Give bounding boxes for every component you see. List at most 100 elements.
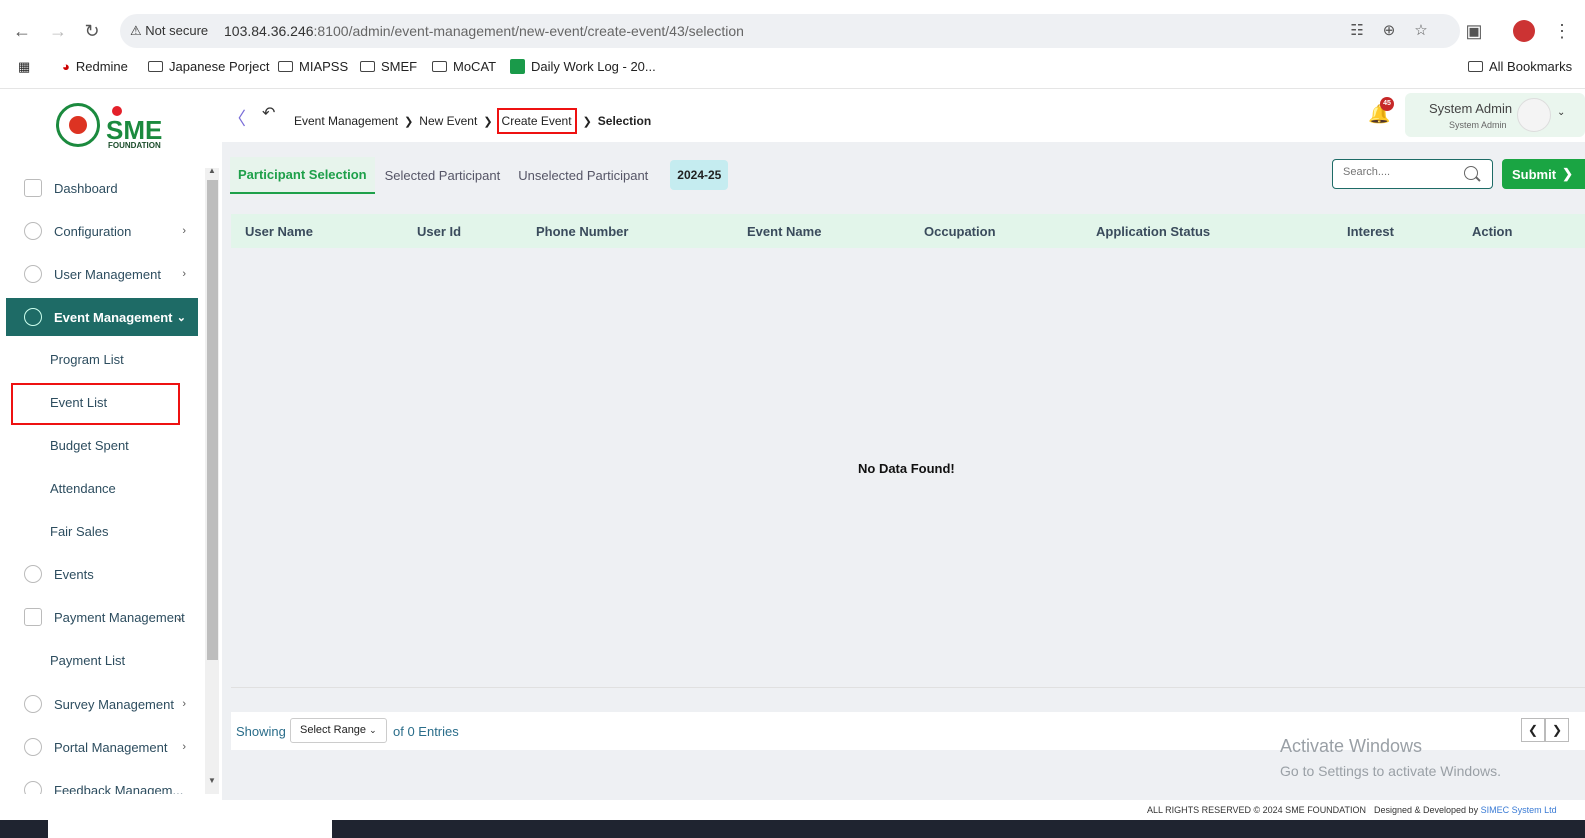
sidebar-item-label: Dashboard <box>54 180 118 196</box>
sidebar-subitem-payment-list[interactable]: Payment List <box>50 653 125 668</box>
sidebar-collapse-icon[interactable]: 〈 <box>228 105 246 131</box>
sidebar: Dashboard Configuration › User Managemen… <box>0 162 222 794</box>
sidebar-item-events[interactable]: Events <box>6 555 198 593</box>
sidebar-item-label: Portal Management <box>54 739 168 755</box>
search-field[interactable] <box>1332 159 1493 189</box>
zoom-icon[interactable]: ⊕ <box>1380 22 1398 40</box>
breadcrumb-current: Selection <box>597 114 652 128</box>
survey-icon <box>24 695 42 713</box>
reload-icon[interactable]: ↻ <box>80 19 104 43</box>
notification-badge: 45 <box>1380 97 1394 111</box>
bookmark-smef[interactable]: SMEF <box>360 59 417 74</box>
breadcrumb-item-highlighted[interactable]: Create Event <box>496 108 577 134</box>
search-icon[interactable] <box>1464 166 1478 180</box>
sme-logo[interactable]: SME FOUNDATION <box>56 103 176 150</box>
translate-icon[interactable]: ☷ <box>1348 22 1366 40</box>
breadcrumb-item[interactable]: Event Management <box>294 114 398 128</box>
chevron-right-icon: › <box>182 698 186 710</box>
tab-selected-participant[interactable]: Selected Participant <box>377 158 509 193</box>
entries-count: of 0 Entries <box>393 724 459 739</box>
sidebar-subitem-fair-sales[interactable]: Fair Sales <box>50 524 109 539</box>
column-header: Event Name <box>747 224 822 239</box>
prev-page-button[interactable]: ❮ <box>1521 718 1545 742</box>
profile-icon[interactable] <box>1513 20 1535 42</box>
scroll-down-icon[interactable]: ▼ <box>208 776 216 785</box>
tab-participant-selection[interactable]: Participant Selection <box>230 156 375 194</box>
chevron-down-icon: ⌄ <box>174 611 184 624</box>
star-icon[interactable]: ☆ <box>1412 22 1430 40</box>
event-icon <box>24 308 42 326</box>
scroll-up-icon[interactable]: ▲ <box>208 166 216 175</box>
bookmark-miapss[interactable]: MIAPSS <box>278 59 348 74</box>
tab-strip <box>0 0 1585 6</box>
address-bar[interactable]: ⚠ Not secure 103.84.36.246:8100/admin/ev… <box>120 14 1460 48</box>
column-header: Action <box>1472 224 1513 239</box>
breadcrumb-item[interactable]: New Event <box>419 114 477 128</box>
chevron-down-icon: ⌄ <box>1557 107 1566 118</box>
undo-back-icon[interactable]: ↶ <box>262 103 275 123</box>
security-indicator[interactable]: ⚠ Not secure <box>130 23 208 39</box>
footer: ALL RIGHTS RESERVED © 2024 SME FOUNDATIO… <box>0 800 1585 820</box>
chevron-right-icon: ❯ <box>1562 166 1573 181</box>
avatar <box>1517 98 1551 132</box>
activate-windows-watermark: Activate Windows Go to Settings to activ… <box>1280 736 1501 779</box>
empty-state-message: No Data Found! <box>858 461 955 476</box>
range-select-value: Select Range <box>300 724 367 736</box>
sidebar-item-survey-management[interactable]: Survey Management › <box>6 685 198 723</box>
chevron-right-icon: ❯ <box>404 115 414 128</box>
next-page-button[interactable]: ❯ <box>1545 718 1569 742</box>
portal-icon <box>24 738 42 756</box>
folder-icon <box>432 61 447 72</box>
payment-icon <box>24 608 42 626</box>
sidebar-subitem-attendance[interactable]: Attendance <box>50 481 116 496</box>
column-header: Occupation <box>924 224 996 239</box>
bookmark-redmine[interactable]: ◕ Redmine <box>62 59 128 74</box>
submit-button[interactable]: Submit ❯ <box>1502 159 1585 189</box>
bookmark-mocat[interactable]: MoCAT <box>432 59 496 74</box>
sidebar-subitem-program-list[interactable]: Program List <box>50 352 124 367</box>
forward-icon[interactable]: → <box>46 19 70 43</box>
bookmark-daily-work-log[interactable]: Daily Work Log - 20... <box>510 59 656 74</box>
sidebar-subitem-budget-spent[interactable]: Budget Spent <box>50 438 129 453</box>
sidebar-item-event-management[interactable]: Event Management ⌄ <box>6 298 198 336</box>
sidebar-item-dashboard[interactable]: Dashboard <box>6 169 198 207</box>
more-menu-icon[interactable]: ⋮ <box>1550 19 1574 43</box>
column-header: User Id <box>417 224 462 239</box>
range-select[interactable]: Select Range ⌄ <box>290 718 387 743</box>
user-menu[interactable]: System Admin System Admin ⌄ <box>1405 93 1585 137</box>
url-text[interactable]: 103.84.36.246:8100/admin/event-managemen… <box>224 23 744 39</box>
extensions-icon[interactable]: ▣ <box>1462 19 1486 43</box>
folder-icon <box>360 61 375 72</box>
back-icon[interactable]: ← <box>10 19 34 43</box>
user-shield-icon <box>24 265 42 283</box>
taskbar-search[interactable] <box>48 820 332 838</box>
sidebar-item-user-management[interactable]: User Management › <box>6 255 198 293</box>
tab-unselected-participant[interactable]: Unselected Participant <box>510 158 656 193</box>
designed-by-label: Designed & Developed by <box>1374 805 1479 815</box>
os-taskbar <box>0 820 1585 838</box>
sidebar-item-portal-management[interactable]: Portal Management › <box>6 728 198 766</box>
browser-toolbar: ← → ↻ ⚠ Not secure 103.84.36.246:8100/ad… <box>0 0 1585 88</box>
bookmark-japanese[interactable]: Japanese Porject <box>148 59 269 74</box>
activate-subtitle: Go to Settings to activate Windows. <box>1280 763 1501 779</box>
events-icon <box>24 565 42 583</box>
sidebar-item-label: Event Management <box>54 309 173 325</box>
all-bookmarks[interactable]: All Bookmarks <box>1468 59 1572 74</box>
sidebar-item-payment-management[interactable]: Payment Management ⌄ <box>6 598 198 636</box>
search-input[interactable] <box>1343 166 1458 178</box>
year-badge: 2024-25 <box>670 160 729 190</box>
sidebar-item-feedback-management[interactable]: Feedback Managem... <box>6 771 198 794</box>
user-name: System Admin <box>1429 101 1513 116</box>
chevron-right-icon: ❯ <box>483 115 493 128</box>
column-header: User Name <box>245 224 313 239</box>
apps-icon[interactable]: ▦ <box>18 59 30 75</box>
submit-label: Submit <box>1512 166 1557 182</box>
sidebar-item-configuration[interactable]: Configuration › <box>6 212 198 250</box>
chevron-right-icon: › <box>182 225 186 237</box>
sidebar-scrollbar-thumb[interactable] <box>207 180 218 660</box>
designed-by: Designed & Developed by SIMEC System Ltd <box>1374 805 1557 815</box>
company-link[interactable]: SIMEC System Ltd <box>1481 805 1557 815</box>
sheets-icon <box>510 59 525 74</box>
column-header: Interest <box>1347 224 1394 239</box>
chevron-down-icon: ⌄ <box>176 311 186 324</box>
